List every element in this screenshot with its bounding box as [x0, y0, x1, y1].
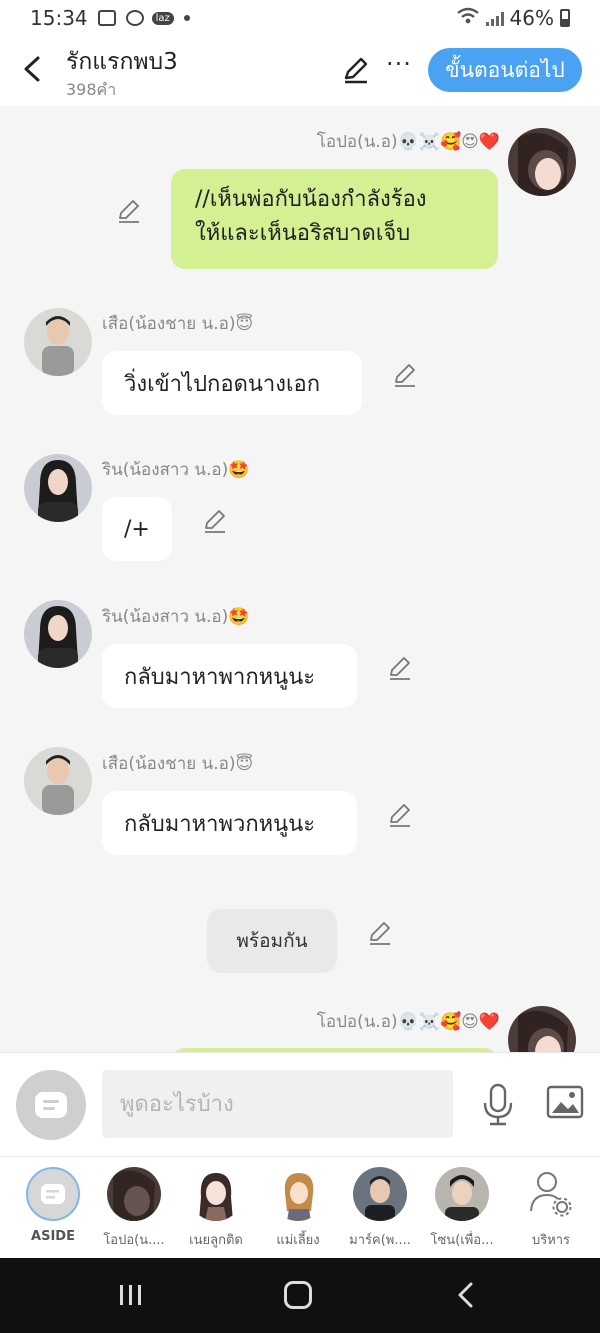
screen-record-icon: [125, 10, 144, 26]
edit-message-icon[interactable]: [392, 362, 418, 388]
avatar[interactable]: [24, 308, 92, 376]
avatar: [435, 1167, 489, 1221]
character-item[interactable]: เนยลูกติด: [180, 1167, 252, 1250]
message-text-line: ให้และเห็นอริสบาดเจ็บ: [195, 221, 411, 246]
image-icon[interactable]: [546, 1085, 584, 1121]
input-bar: [0, 1052, 600, 1156]
character-manage[interactable]: บริหาร: [515, 1167, 587, 1250]
message-bubble[interactable]: กลับมาหาพวกหนูนะ: [102, 791, 357, 855]
lazada-icon: laz: [151, 11, 174, 25]
word-count: 398คำ: [66, 80, 117, 99]
narration-bubble[interactable]: พร้อมกัน: [207, 909, 337, 973]
avatar[interactable]: [24, 600, 92, 668]
avatar: [353, 1167, 407, 1221]
edit-pencil-icon[interactable]: [342, 56, 370, 84]
edit-message-icon[interactable]: [367, 920, 393, 946]
character-item[interactable]: โซน(เพื่อ...: [426, 1167, 498, 1250]
speaker-name: ริน(น้องสาว น.อ)🤩: [102, 607, 250, 627]
message-bubble[interactable]: /+: [102, 497, 172, 561]
app-header: รักแรกพบ3 398คำ ··· ขั้นตอนต่อไป: [0, 36, 600, 106]
character-item[interactable]: โอปอ(น....: [98, 1167, 170, 1250]
message-bubble[interactable]: //เห็นพ่อกับน้องกำลังร้อง ให้และเห็นอริส…: [171, 169, 498, 269]
message-text: วิ่งเข้าไปกอดนางเอก: [124, 371, 321, 397]
system-nav-bar: [0, 1258, 600, 1333]
chat-area[interactable]: โอปอ(น.อ)💀☠️🥰😍❤️ //เห็นพ่อกับน้องกำลังร้…: [0, 106, 600, 1052]
character-label: ASIDE: [31, 1229, 75, 1244]
speaker-name: โอปอ(น.อ)💀☠️🥰😍❤️: [316, 132, 500, 152]
character-label: มาร์ค(พ....: [349, 1233, 411, 1248]
signal-icon: [485, 10, 504, 26]
character-label: เนยลูกติด: [189, 1233, 243, 1248]
status-bar: 15:34 laz 46%: [0, 0, 600, 36]
character-aside[interactable]: ASIDE: [17, 1167, 89, 1244]
battery-icon: [560, 9, 570, 27]
character-label: แม่เลี้ยง: [276, 1233, 320, 1248]
character-bar: ASIDE โอปอ(น.... เนยลูกติด แม่เลี้ยง มาร…: [0, 1156, 600, 1258]
message-text: /+: [124, 516, 150, 542]
edit-message-icon[interactable]: [387, 655, 413, 681]
manage-characters-icon: [524, 1167, 578, 1221]
speaker-name: ริน(น้องสาว น.อ)🤩: [102, 460, 250, 480]
next-step-button[interactable]: ขั้นตอนต่อไป: [428, 48, 582, 92]
character-item[interactable]: แม่เลี้ยง: [262, 1167, 334, 1250]
character-label: โอปอ(น....: [103, 1233, 165, 1248]
story-title: รักแรกพบ3: [66, 49, 178, 75]
more-options-icon[interactable]: ···: [386, 50, 412, 78]
aside-avatar: [26, 1167, 80, 1221]
avatar[interactable]: [508, 128, 576, 196]
edit-message-icon[interactable]: [116, 198, 142, 224]
avatar[interactable]: [508, 1006, 576, 1052]
back-arrow-icon[interactable]: [18, 54, 48, 84]
edit-message-icon[interactable]: [202, 508, 228, 534]
character-label: บริหาร: [531, 1233, 571, 1248]
wifi-icon: [456, 7, 480, 30]
gallery-icon: [97, 10, 116, 26]
home-icon[interactable]: [284, 1281, 312, 1309]
avatar: [189, 1167, 243, 1221]
speaker-name: เสือ(น้องชาย น.อ)😇: [102, 754, 254, 774]
character-item[interactable]: มาร์ค(พ....: [344, 1167, 416, 1250]
message-text: กลับมาหาพากหนูนะ: [124, 664, 316, 690]
message-text-line: //เห็นพ่อกับน้องกำลังร้อง: [195, 187, 427, 212]
nav-back-icon[interactable]: [456, 1282, 476, 1308]
notification-dot-icon: [183, 15, 190, 21]
battery-percent: 46%: [509, 6, 554, 30]
edit-message-icon[interactable]: [387, 802, 413, 828]
speaker-name: เสือ(น้องชาย น.อ)😇: [102, 314, 254, 334]
aside-toggle-button[interactable]: [16, 1070, 86, 1140]
chat-bubble-icon: [35, 1092, 67, 1118]
recent-apps-icon[interactable]: [118, 1284, 144, 1306]
avatar: [271, 1167, 325, 1221]
character-label: โซน(เพื่อ...: [430, 1233, 494, 1248]
speaker-name: โอปอ(น.อ)💀☠️🥰😍❤️: [316, 1012, 500, 1032]
avatar[interactable]: [24, 454, 92, 522]
message-bubble[interactable]: วิ่งเข้าไปกอดนางเอก: [102, 351, 362, 415]
avatar: [107, 1167, 161, 1221]
message-input[interactable]: [102, 1070, 453, 1138]
message-text: กลับมาหาพวกหนูนะ: [124, 811, 316, 837]
microphone-icon[interactable]: [480, 1083, 516, 1127]
message-bubble[interactable]: กลับมาหาพากหนูนะ: [102, 644, 357, 708]
status-time: 15:34: [30, 6, 88, 30]
avatar[interactable]: [24, 747, 92, 815]
